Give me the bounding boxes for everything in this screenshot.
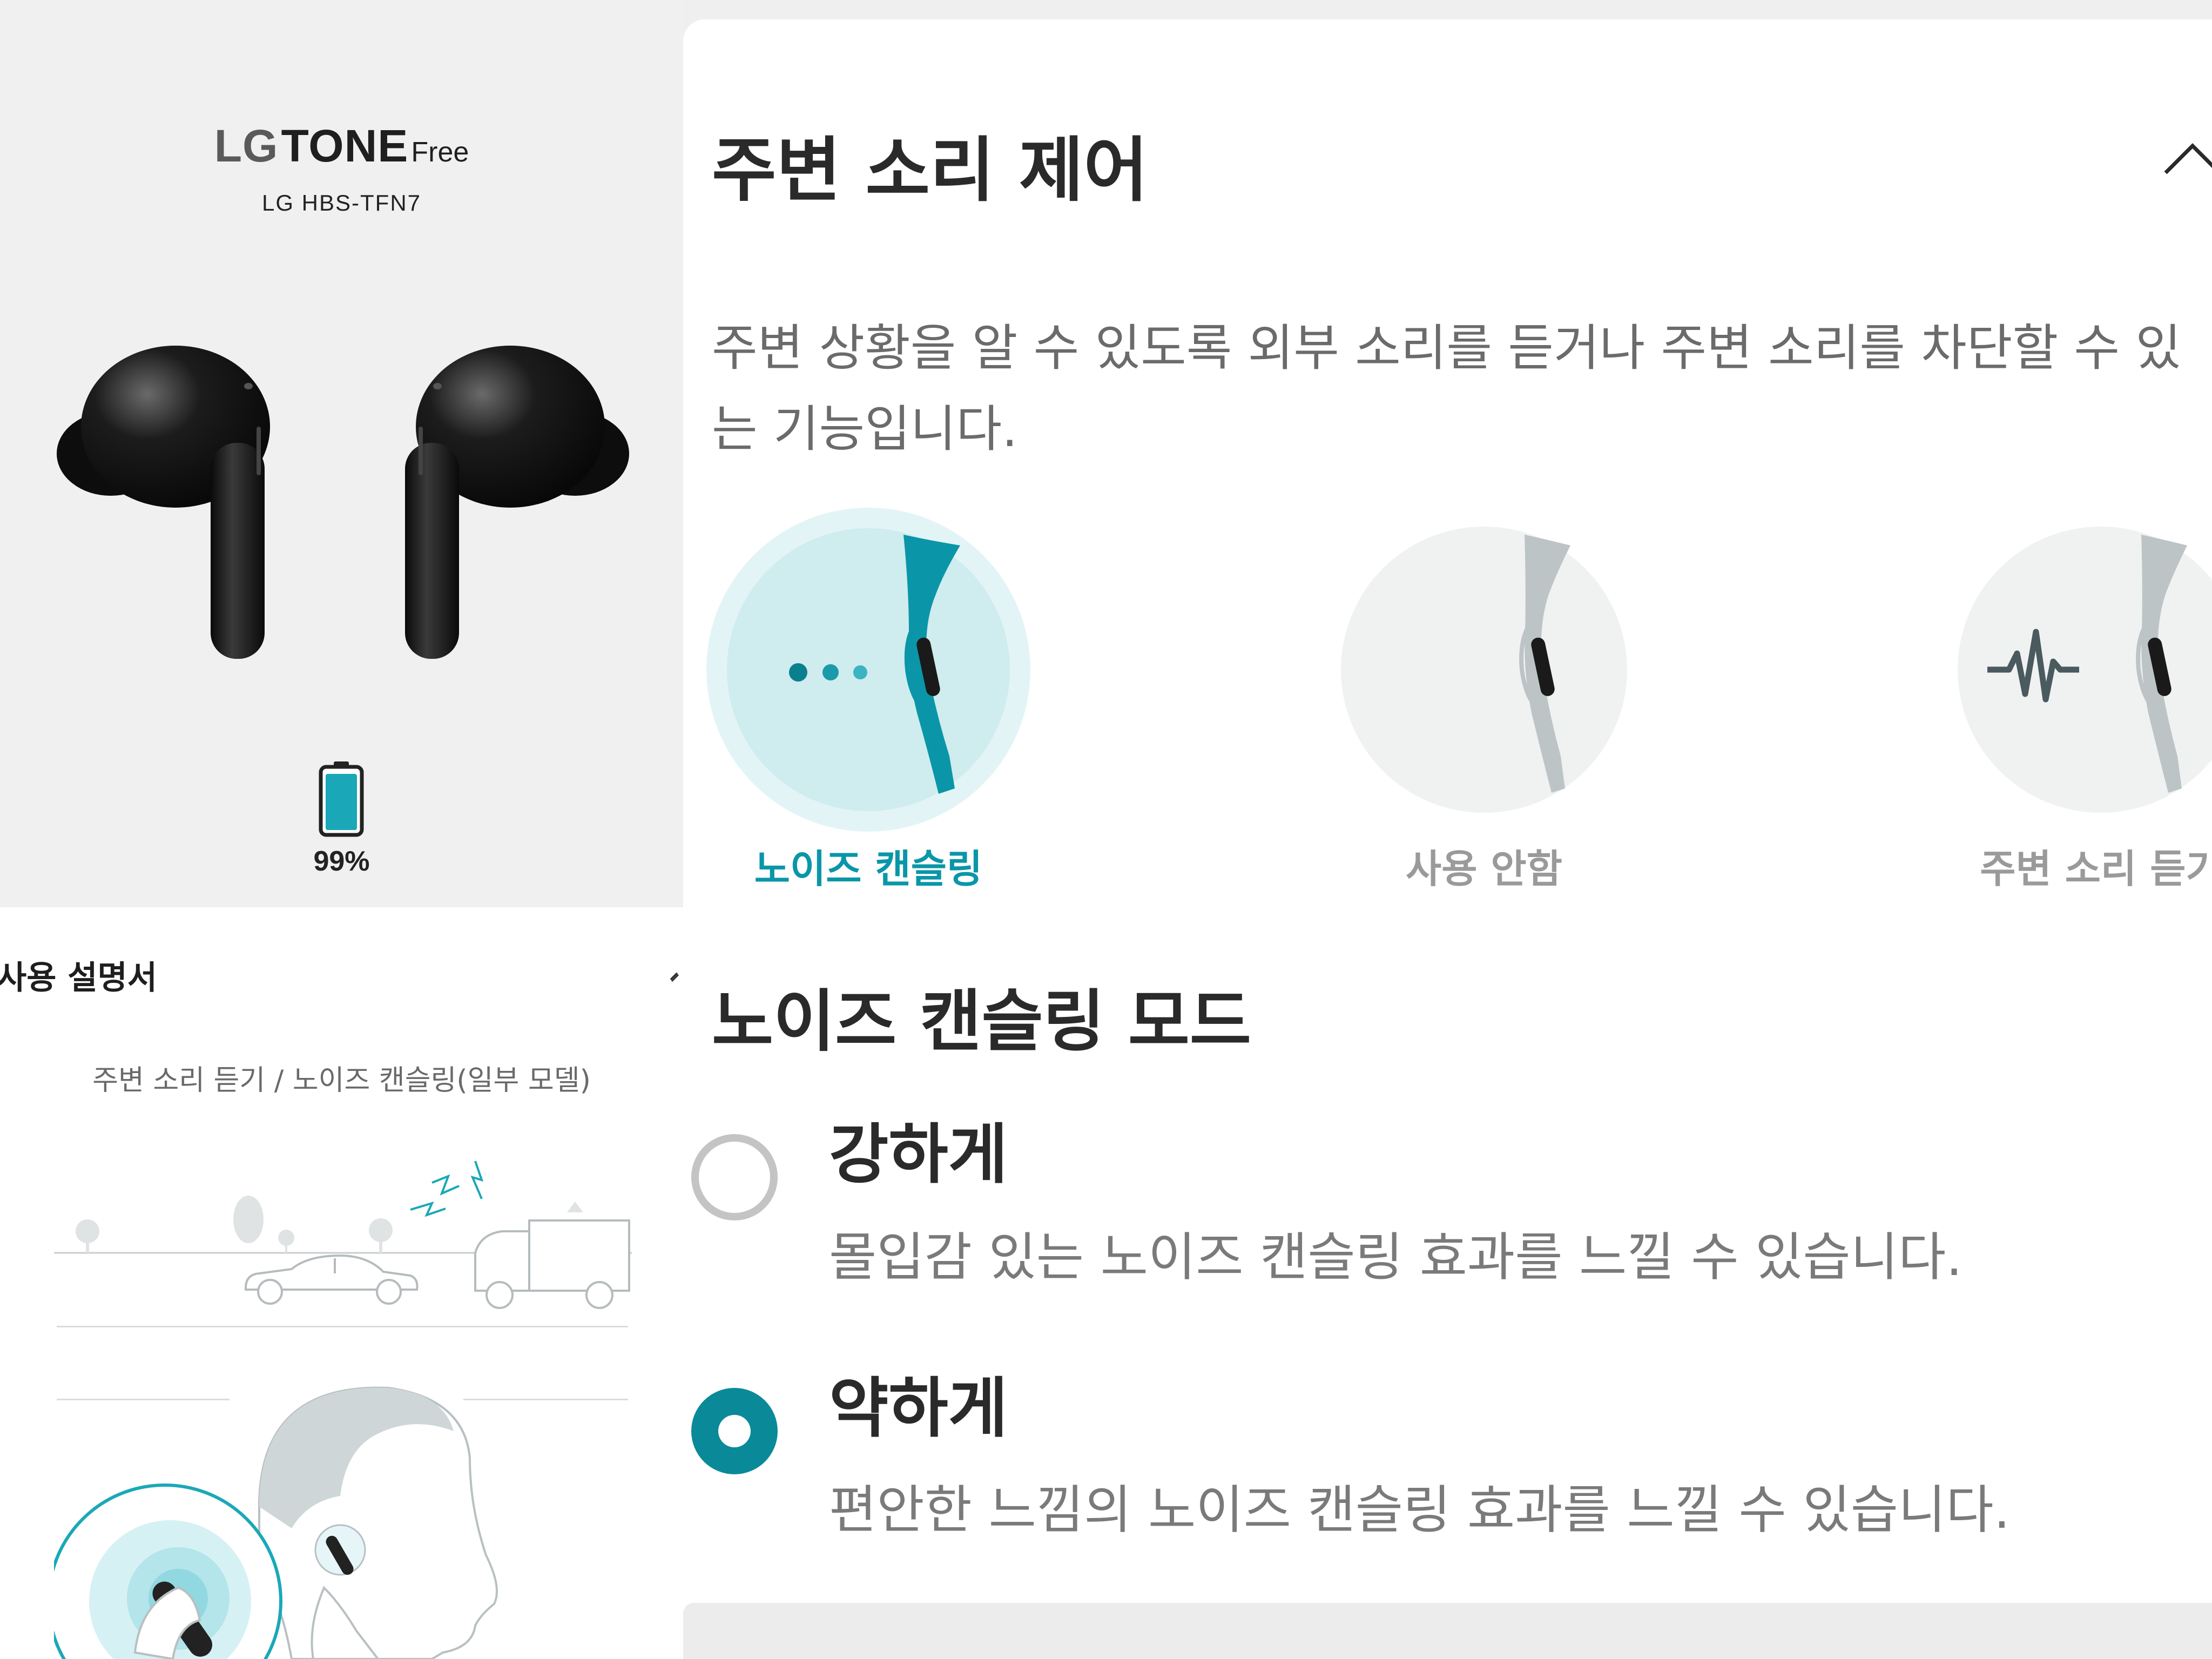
battery-icon [319,761,364,837]
mode-off-icon [1341,527,1627,813]
radio-weak[interactable] [691,1388,778,1474]
divider-line [57,1326,628,1327]
ambient-listening-icon [1958,527,2212,813]
nc-mode-footer [683,1603,2212,1659]
screenshot-collage: LG TONE Free LG HBS-TFN7 99% 주변 소리 제어 주변… [0,0,2212,1659]
option-desc-weak: 편안한 느낌의 노이즈 캔슬링 효과를 느낄 수 있습니다. [829,1480,2011,1540]
left-earbud [57,346,270,659]
radio-strong[interactable] [691,1134,778,1220]
right-earbud [405,346,629,659]
mode-off[interactable]: 사용 안함 [1311,508,1657,896]
manual-caption: 주변 소리 듣기 / 노이즈 캔슬링(일부 모델) [92,1064,591,1097]
option-desc-strong: 몰입감 있는 노이즈 캔슬링 효과를 느낄 수 있습니다. [829,1227,1963,1287]
brand-free: Free [411,137,469,168]
mode-label-off: 사용 안함 [1405,846,1563,892]
chevron-icon [671,974,679,982]
mode-label-noise-cancelling: 노이즈 캔슬링 [754,846,983,892]
manual-title: 사용 설명서 [0,959,157,997]
brand-lg: LG [214,120,279,171]
ambient-control-description: 주변 상황을 알 수 있도록 외부 소리를 듣거나 주변 소리를 차단할 수 있… [712,319,2181,458]
product-model: LG HBS-TFN7 [261,190,422,215]
mode-noise-cancelling[interactable]: 노이즈 캔슬링 [696,508,1041,896]
nc-mode-title: 노이즈 캔슬링 모드 [712,983,1251,1061]
mode-ambient-listening[interactable]: 주변 소리 듣기 [1928,508,2212,896]
mode-label-ambient-listening: 주변 소리 듣기 [1980,846,2212,892]
option-title-strong[interactable]: 강하게 [829,1102,1008,1196]
noise-cancelling-icon [706,508,1030,832]
product-brand: LG TONE Free [0,120,683,172]
option-title-weak[interactable]: 약하게 [829,1355,1008,1449]
earbuds-image [57,346,629,659]
street-noise-illustration [54,1161,632,1309]
person-earbud-illustration [54,1386,498,1659]
brand-tone: TONE [281,120,409,171]
chevron-up-icon[interactable] [2155,124,2212,189]
battery-percent: 99% [313,846,370,877]
ambient-control-title: 주변 소리 제어 [712,129,1149,211]
